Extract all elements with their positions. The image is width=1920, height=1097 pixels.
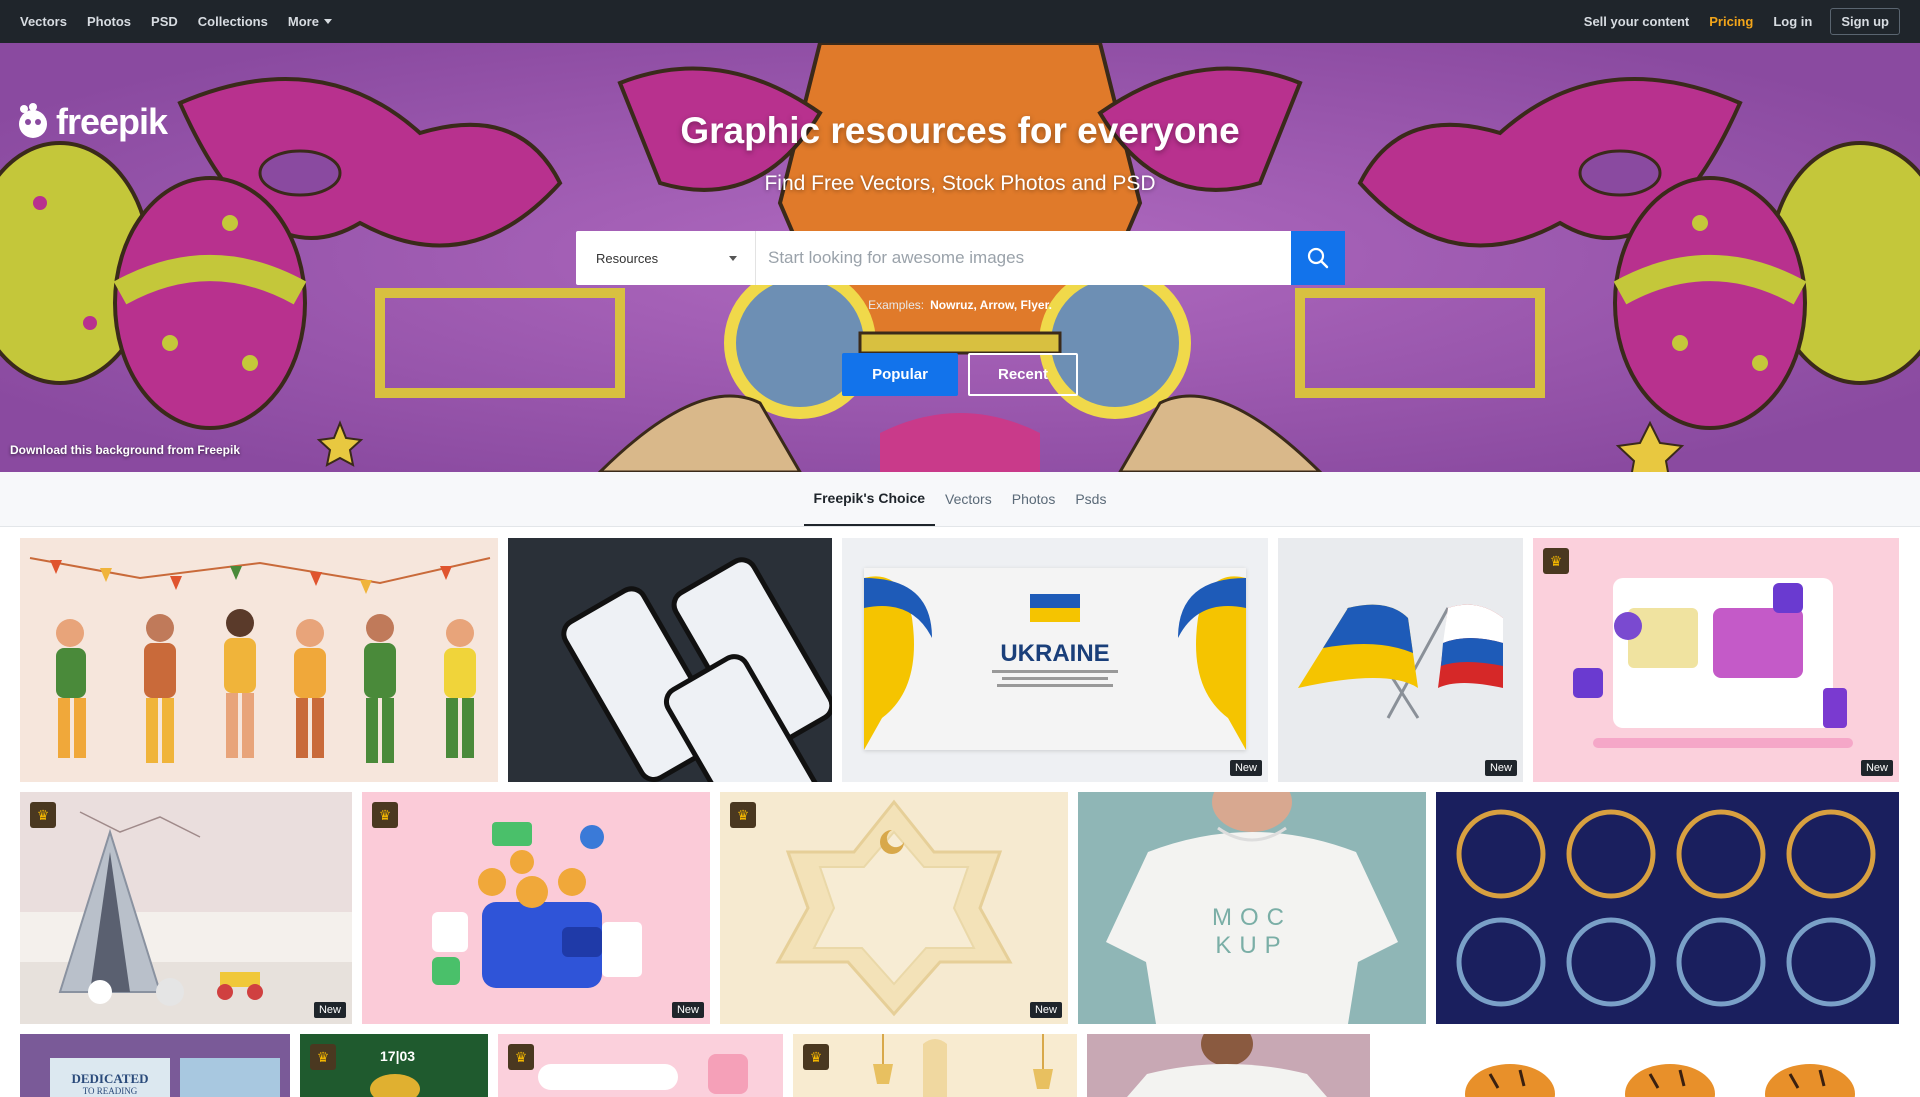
nav-signup-button[interactable]: Sign up (1830, 8, 1900, 35)
examples-links[interactable]: Nowruz, Arrow, Flyer. (930, 298, 1052, 312)
image-tile-wallet-3d[interactable]: ♛ New (362, 792, 710, 1024)
recent-button[interactable]: Recent (968, 353, 1078, 396)
date-label: 17|03 (380, 1048, 416, 1064)
image-tile-party-people[interactable] (20, 538, 498, 782)
search-bar: Resources (576, 231, 1345, 285)
image-tile-tigers[interactable] (1380, 1034, 1899, 1097)
phone-mockup-illustration (561, 557, 832, 782)
premium-crown-icon: ♛ (803, 1044, 829, 1070)
nav-left: Vectors Photos PSD Collections More (20, 14, 342, 29)
resource-type-select[interactable]: Resources (576, 231, 756, 285)
nav-pricing[interactable]: Pricing (1699, 14, 1763, 29)
image-tile-game-frames[interactable] (1436, 792, 1899, 1024)
tab-psds[interactable]: Psds (1065, 472, 1116, 526)
image-tile-tshirt-mockup[interactable]: MOC KUP (1078, 792, 1426, 1024)
image-tile-flags[interactable]: New (1278, 538, 1523, 782)
tab-vectors[interactable]: Vectors (935, 472, 1002, 526)
popular-button[interactable]: Popular (842, 353, 958, 396)
hero-subtitle: Find Free Vectors, Stock Photos and PSD (764, 172, 1156, 195)
sort-buttons: Popular Recent (842, 353, 1078, 396)
book-subtitle: TO READING (82, 1086, 138, 1096)
gold-coins (370, 1074, 420, 1097)
nav-more[interactable]: More (278, 14, 342, 29)
top-nav: Vectors Photos PSD Collections More Sell… (0, 0, 1920, 43)
premium-crown-icon: ♛ (310, 1044, 336, 1070)
nav-sell-content[interactable]: Sell your content (1574, 14, 1699, 29)
new-badge: New (671, 1002, 704, 1018)
nav-login[interactable]: Log in (1763, 14, 1822, 29)
nav-right: Sell your content Pricing Log in Sign up (1574, 8, 1900, 35)
image-tile-book[interactable]: DEDICATED TO READING (20, 1034, 290, 1097)
premium-crown-icon: ♛ (1543, 548, 1569, 574)
tab-freepiks-choice[interactable]: Freepik's Choice (803, 472, 936, 526)
ukraine-title: UKRAINE (1000, 640, 1110, 667)
image-tile-ramadan-lanterns[interactable]: ♛ (793, 1034, 1077, 1097)
chevron-down-icon (323, 19, 332, 24)
premium-crown-icon: ♛ (508, 1044, 534, 1070)
game-frames-illustration (1456, 809, 1876, 1007)
new-badge: New (1029, 1002, 1062, 1018)
image-tile-ui-3d[interactable]: ♛ (498, 1034, 783, 1097)
new-badge: New (1229, 760, 1262, 776)
tigers-illustration (1465, 1064, 1855, 1097)
nav-photos[interactable]: Photos (77, 14, 141, 29)
search-input[interactable] (756, 231, 1291, 285)
book-cover-2 (180, 1058, 280, 1097)
search-examples: Examples: Nowruz, Arrow, Flyer. (0, 298, 1920, 312)
background-credit-link[interactable]: Download this background from Freepik (10, 443, 240, 457)
kids-tent-photo (20, 811, 352, 1024)
mockup-line-1: MOC (1212, 904, 1292, 931)
ukraine-russia-flags-illustration (1298, 604, 1503, 719)
nav-collections[interactable]: Collections (188, 14, 278, 29)
mockup-text: MOC KUP (1078, 904, 1426, 960)
ui-card (708, 1054, 748, 1094)
image-tile-man-tshirt[interactable] (1087, 1034, 1370, 1097)
nav-more-label: More (287, 14, 319, 29)
chevron-down-icon (729, 255, 737, 261)
image-tile-dashboard-illustration[interactable]: ♛ New (1533, 538, 1899, 782)
new-badge: New (1484, 760, 1517, 776)
new-badge: New (313, 1002, 346, 1018)
resource-type-label: Resources (596, 250, 659, 266)
premium-crown-icon: ♛ (30, 802, 56, 828)
ramadan-lanterns (873, 1034, 1053, 1097)
search-icon (1307, 247, 1329, 269)
new-badge: New (1860, 760, 1893, 776)
premium-crown-icon: ♛ (372, 802, 398, 828)
search-button[interactable] (1291, 231, 1345, 285)
wallet-3d-illustration (432, 822, 642, 988)
party-people-illustration (29, 557, 491, 763)
mockup-line-2: KUP (1215, 932, 1289, 959)
book-title: DEDICATED (71, 1071, 149, 1086)
islamic-star-pattern (775, 799, 1013, 1017)
image-tile-islamic-pattern[interactable]: ♛ New (720, 792, 1068, 1024)
image-tile-ukraine-banner[interactable]: UKRAINE New (842, 538, 1268, 782)
category-tabs: Freepik's Choice Vectors Photos Psds (0, 472, 1920, 527)
nav-psd[interactable]: PSD (141, 14, 188, 29)
dashboard-illustration (1573, 578, 1853, 748)
ui-pill (538, 1064, 678, 1090)
nav-vectors[interactable]: Vectors (20, 14, 77, 29)
premium-crown-icon: ♛ (730, 802, 756, 828)
hero-title: Graphic resources for everyone (680, 110, 1240, 151)
hero-banner: freepik Graphic resources for everyone F… (0, 43, 1920, 472)
image-tile-stpatricks[interactable]: 17|03 ♛ (300, 1034, 488, 1097)
image-tile-kids-tent[interactable]: ♛ New (20, 792, 352, 1024)
examples-label: Examples: (868, 298, 925, 312)
man-tshirt-photo (1127, 1034, 1327, 1097)
tab-photos[interactable]: Photos (1002, 472, 1066, 526)
image-tile-phone-mockup[interactable] (508, 538, 832, 782)
